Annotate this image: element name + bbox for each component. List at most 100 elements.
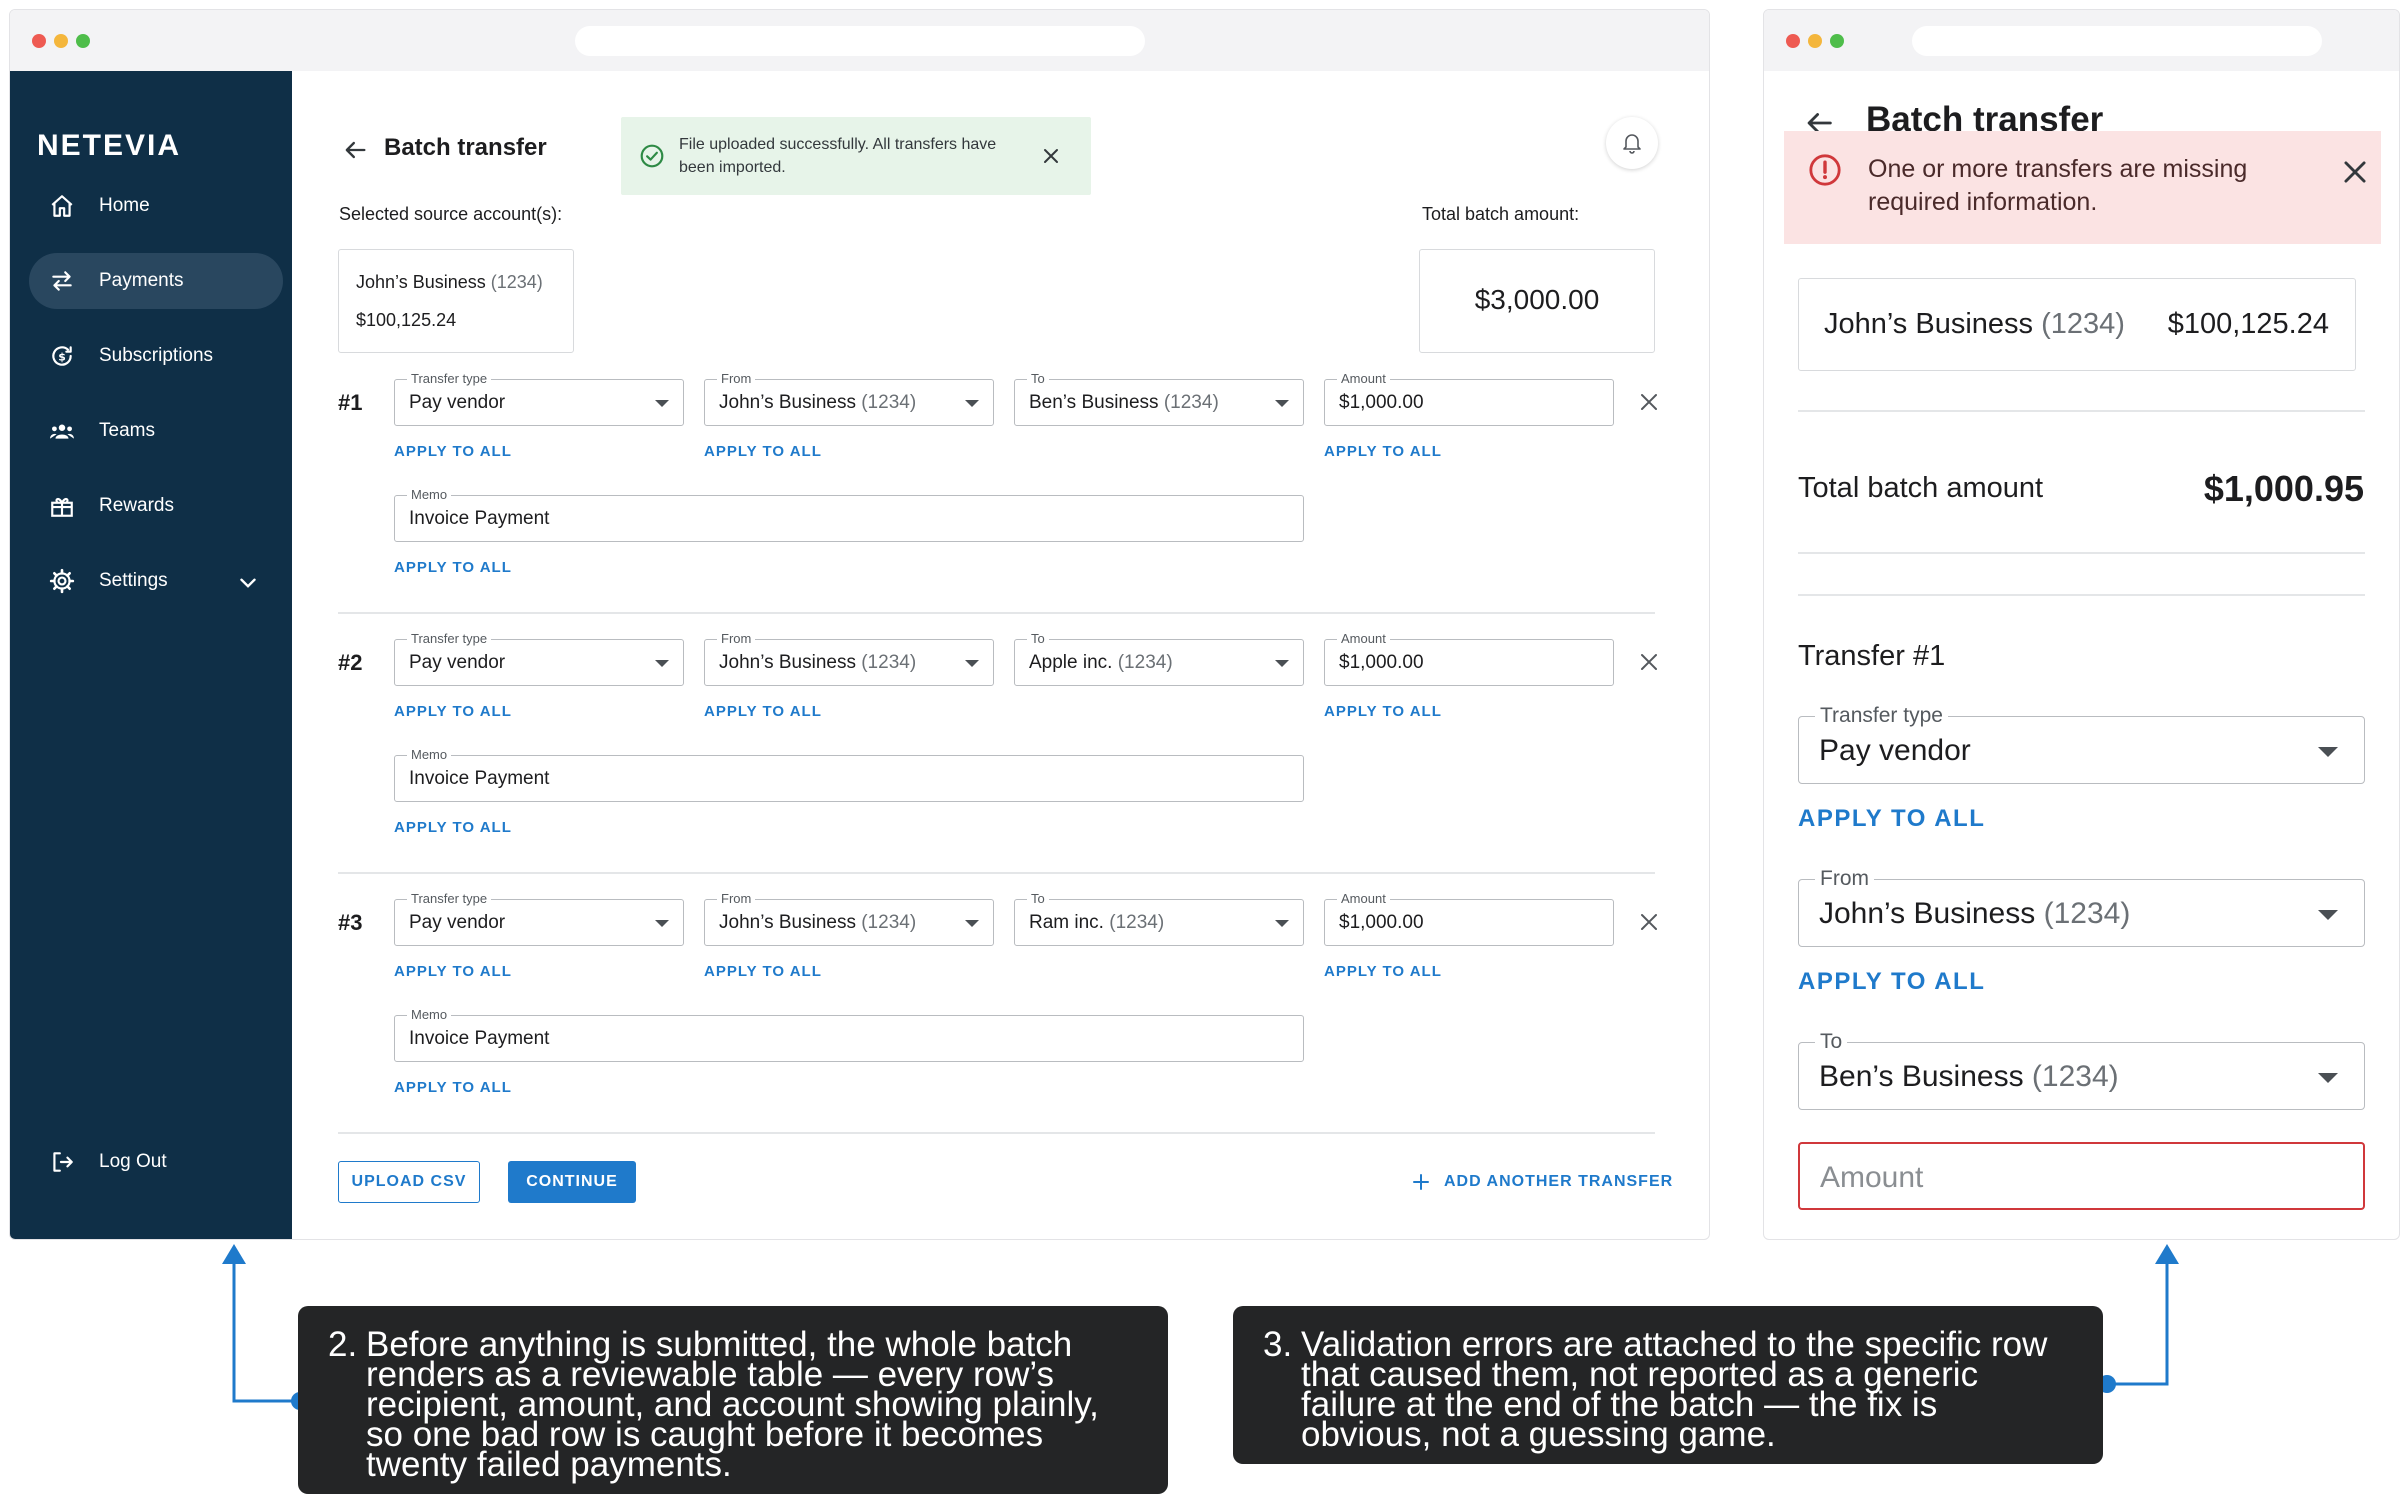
total-batch-value: $3,000.00	[1474, 284, 1600, 315]
nav-label: Settings	[99, 570, 168, 591]
field-value: Ben’s Business (1234)	[1029, 392, 1219, 413]
from-account-select[interactable]: From John’s Business (1234)	[1798, 867, 2365, 947]
to-account-select[interactable]: To Ben’s Business (1234)	[1798, 1030, 2365, 1110]
from-field[interactable]: From John’s Business (1234)	[704, 631, 994, 686]
apply-to-all-link[interactable]: APPLY TO ALL	[394, 819, 512, 836]
logout-icon	[53, 1152, 73, 1172]
source-account-card[interactable]: John’s Business (1234) $100,125.24	[1798, 278, 2356, 371]
nav-item-home[interactable]: Home	[29, 178, 283, 234]
field-label: Transfer type	[1815, 704, 1948, 728]
field-value: Apple inc. (1234)	[1029, 652, 1173, 673]
type-field[interactable]: Transfer type Pay vendor	[394, 631, 684, 686]
logout-button[interactable]: Log Out	[29, 1134, 283, 1190]
apply-to-all-link[interactable]: APPLY TO ALL	[394, 963, 512, 980]
close-icon[interactable]	[2342, 159, 2368, 185]
nav-item-rewards[interactable]: Rewards	[29, 478, 283, 534]
amount-field[interactable]: Amount $1,000.00	[1324, 891, 1614, 946]
address-bar[interactable]	[1912, 26, 2322, 56]
close-window-dot[interactable]	[32, 34, 46, 48]
from-field[interactable]: From John’s Business (1234)	[704, 891, 994, 946]
close-window-dot[interactable]	[1786, 34, 1800, 48]
remove-transfer-icon[interactable]	[1638, 651, 1660, 673]
minimize-window-dot[interactable]	[1808, 34, 1822, 48]
apply-to-all-link[interactable]: APPLY TO ALL	[704, 443, 822, 460]
field-value: Pay vendor	[409, 652, 506, 673]
field-value: Pay vendor	[409, 392, 506, 413]
nav-item-payments[interactable]: Payments	[29, 253, 283, 309]
upload-csv-button[interactable]: UPLOAD CSV	[338, 1161, 480, 1203]
field-value: Ben’s Business (1234)	[1819, 1060, 2119, 1093]
field-label: Memo	[407, 487, 452, 502]
total-batch-label: Total batch amount	[1798, 472, 2044, 504]
source-account-card[interactable]: John’s Business (1234) $100,125.24	[338, 249, 574, 353]
field-label: To	[1027, 631, 1049, 646]
transfer-heading: Transfer #1	[1798, 640, 1946, 672]
subscriptions-icon: $	[52, 346, 72, 366]
nav-label: Log Out	[99, 1151, 167, 1172]
page-title: Batch transfer	[384, 134, 547, 161]
remove-transfer-icon[interactable]	[1638, 911, 1660, 933]
memo-field[interactable]: Memo Invoice Payment	[394, 1007, 1304, 1062]
dropdown-caret-icon	[2318, 1073, 2338, 1083]
apply-to-all-link[interactable]: APPLY TO ALL	[394, 443, 512, 460]
to-field[interactable]: To Apple inc. (1234)	[1014, 631, 1304, 686]
transfer-type-select[interactable]: Transfer type Pay vendor	[1798, 704, 2365, 784]
dropdown-caret-icon	[655, 400, 669, 407]
from-field[interactable]: From John’s Business (1234)	[704, 371, 994, 426]
field-label: To	[1027, 371, 1049, 386]
source-account-name: John’s Business (1234)	[356, 272, 543, 292]
nav-label: Rewards	[99, 495, 174, 516]
nav-item-teams[interactable]: Teams	[29, 403, 283, 459]
amount-input[interactable]: Amount	[1798, 1142, 2365, 1210]
to-field[interactable]: To Ram inc. (1234)	[1014, 891, 1304, 946]
chevron-down-icon[interactable]	[235, 570, 261, 596]
nav-item-subscriptions[interactable]: $ Subscriptions	[29, 328, 283, 384]
minimize-window-dot[interactable]	[54, 34, 68, 48]
apply-to-all-link[interactable]: APPLY TO ALL	[394, 559, 512, 576]
maximize-window-dot[interactable]	[1830, 34, 1844, 48]
apply-to-all-link[interactable]: APPLY TO ALL	[394, 703, 512, 720]
apply-to-all-link[interactable]: APPLY TO ALL	[704, 963, 822, 980]
apply-to-all-link[interactable]: APPLY TO ALL	[1324, 963, 1442, 980]
address-bar[interactable]	[575, 26, 1145, 56]
close-icon[interactable]	[1041, 146, 1061, 166]
apply-to-all-link[interactable]: APPLY TO ALL	[1798, 968, 1985, 996]
field-label: From	[1815, 867, 1874, 891]
apply-to-all-link[interactable]: APPLY TO ALL	[1324, 443, 1442, 460]
total-batch-label: Total batch amount:	[1422, 204, 1580, 224]
desktop-window: NETEVIA Home Payments $ Subscriptions Te…	[9, 9, 1710, 1240]
add-transfer-button[interactable]: ADD ANOTHER TRANSFER	[1412, 1161, 1673, 1203]
arrow-head-icon	[2155, 1244, 2179, 1264]
dropdown-caret-icon	[1275, 920, 1289, 927]
to-field[interactable]: To Ben’s Business (1234)	[1014, 371, 1304, 426]
remove-transfer-icon[interactable]	[1638, 391, 1660, 413]
section-divider	[1798, 552, 2365, 554]
total-batch-value: $1,000.95	[2203, 468, 2364, 509]
apply-to-all-link[interactable]: APPLY TO ALL	[1324, 703, 1442, 720]
amount-field[interactable]: Amount $1,000.00	[1324, 371, 1614, 426]
field-label: To	[1027, 891, 1049, 906]
brand-logo[interactable]: NETEVIA	[37, 129, 181, 163]
apply-to-all-link[interactable]: APPLY TO ALL	[1798, 805, 1985, 833]
amount-field[interactable]: Amount $1,000.00	[1324, 631, 1614, 686]
memo-field[interactable]: Memo Invoice Payment	[394, 747, 1304, 802]
nav-item-settings[interactable]: Settings	[29, 553, 283, 609]
field-value: John’s Business (1234)	[719, 392, 917, 413]
type-field[interactable]: Transfer type Pay vendor	[394, 891, 684, 946]
apply-to-all-link[interactable]: APPLY TO ALL	[704, 703, 822, 720]
apply-to-all-link[interactable]: APPLY TO ALL	[394, 1079, 512, 1096]
field-value: Invoice Payment	[409, 768, 550, 789]
notifications-button[interactable]	[1606, 117, 1658, 169]
nav-label: Subscriptions	[99, 345, 214, 366]
connector-line	[232, 1252, 300, 1403]
field-value: John’s Business (1234)	[719, 912, 917, 933]
source-account-name: John’s Business (1234)	[1824, 308, 2125, 340]
mobile-window: Batch transfer One or more transfers are…	[1763, 9, 2400, 1240]
check-circle-icon	[640, 144, 664, 168]
type-field[interactable]: Transfer type Pay vendor	[394, 371, 684, 426]
memo-field[interactable]: Memo Invoice Payment	[394, 487, 1304, 542]
continue-button[interactable]: CONTINUE	[508, 1161, 636, 1203]
maximize-window-dot[interactable]	[76, 34, 90, 48]
dropdown-caret-icon	[1275, 400, 1289, 407]
back-arrow-icon[interactable]	[341, 136, 369, 164]
